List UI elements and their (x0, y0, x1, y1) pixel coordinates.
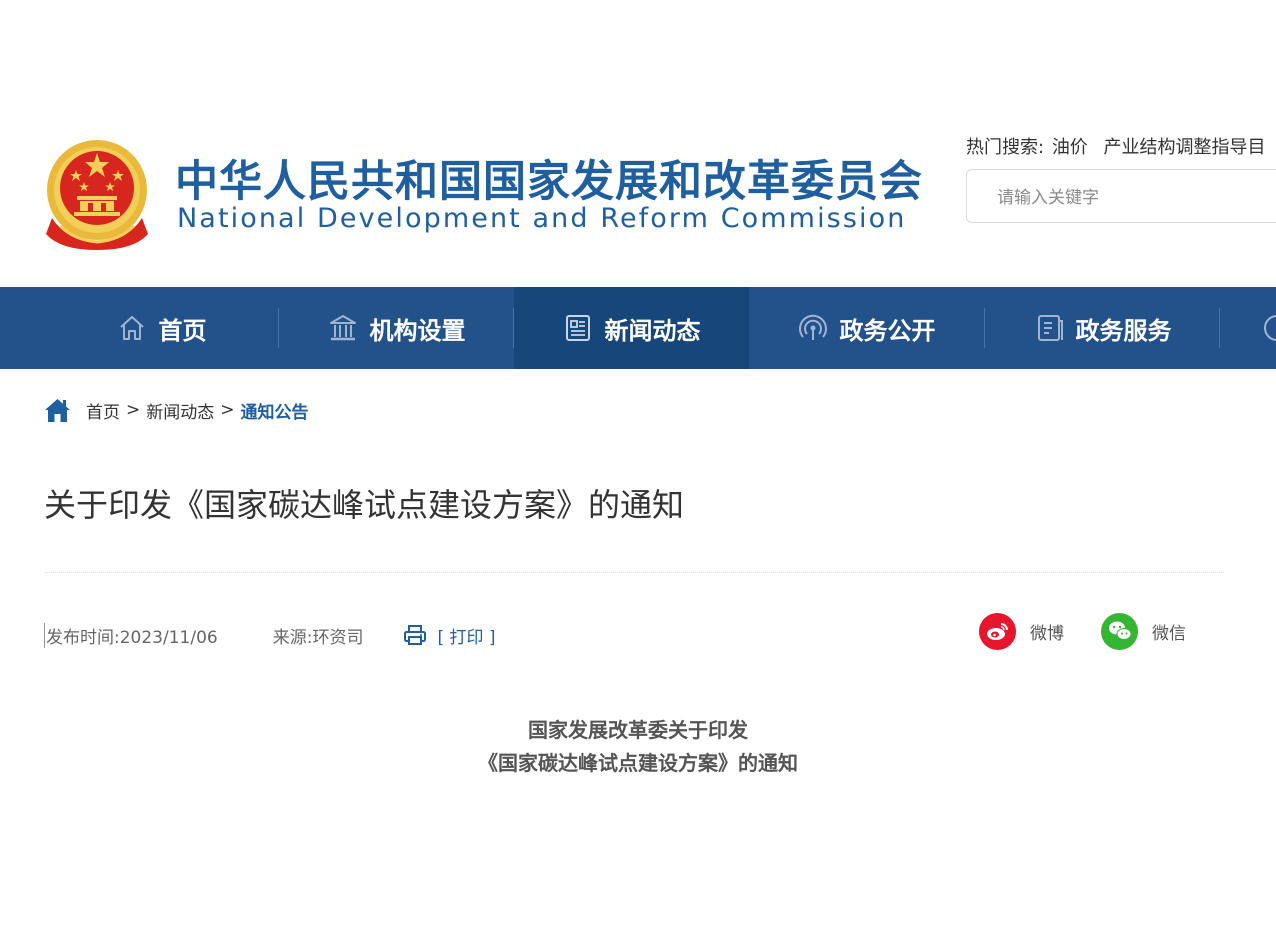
broadcast-icon (798, 314, 827, 340)
publish-date: 2023/11/06 (119, 627, 218, 648)
breadcrumb-home-icon[interactable] (44, 397, 71, 423)
breadcrumb-item[interactable]: 首页 (86, 398, 120, 423)
national-emblem-logo[interactable] (44, 138, 150, 252)
breadcrumb-separator: > (220, 400, 235, 420)
search-input[interactable] (995, 185, 1276, 211)
nav-item-label: 政务公开 (839, 316, 936, 345)
publish-label: 发布时间: (46, 627, 120, 648)
institution-icon (329, 315, 356, 341)
nav-item-institutions[interactable]: 机构设置 (279, 287, 514, 369)
nav-overflow-icon[interactable] (1264, 315, 1276, 341)
weibo-icon (979, 612, 1016, 650)
print-label: [ 打印 ] (437, 627, 496, 648)
org-name-english[interactable]: National Development and Reform Commissi… (177, 201, 906, 237)
hot-search-link[interactable]: 油价 (1052, 137, 1088, 158)
share-weibo-label: 微博 (1030, 623, 1064, 644)
breadcrumb: 首页 > 新闻动态 > 通知公告 (44, 396, 309, 424)
source-info: 来源:环资司 (273, 623, 364, 648)
nav-divider (1219, 308, 1220, 348)
document-heading-line: 《国家碳达峰试点建设方案》的通知 (478, 751, 798, 775)
site-header: 中华人民共和国国家发展和改革委员会 National Development a… (0, 0, 1276, 287)
share-wechat-button[interactable]: 微信 (1101, 612, 1186, 650)
article-title: 关于印发《国家碳达峰试点建设方案》的通知 (44, 486, 685, 524)
source-name: 环资司 (312, 627, 364, 648)
nav-item-label: 机构设置 (369, 316, 466, 345)
nav-item-label: 新闻动态 (604, 316, 701, 345)
hot-search-label: 热门搜索: (966, 137, 1045, 158)
nav-item-home[interactable]: 首页 (44, 287, 279, 369)
publish-info: 发布时间:2023/11/06 (44, 622, 218, 648)
share-wechat-label: 微信 (1152, 623, 1186, 644)
nav-item-news[interactable]: 新闻动态 (514, 287, 749, 369)
printer-icon (404, 625, 427, 645)
search-box (966, 169, 1276, 223)
share-weibo-button[interactable]: 微博 (979, 612, 1064, 650)
home-icon (119, 316, 144, 340)
breadcrumb-current[interactable]: 通知公告 (241, 398, 309, 423)
nav-item-label: 政务服务 (1075, 316, 1172, 345)
nav-item-government-services[interactable]: 政务服务 (985, 287, 1220, 369)
nav-item-label: 首页 (158, 316, 207, 345)
document-heading: 国家发展改革委关于印发 《国家碳达峰试点建设方案》的通知 (0, 714, 1276, 780)
document-heading-line: 国家发展改革委关于印发 (528, 718, 748, 742)
title-divider (44, 572, 1224, 573)
hot-search: 热门搜索: 油价 产业结构调整指导目 (966, 133, 1276, 159)
document-icon (1037, 315, 1063, 341)
wechat-icon (1101, 612, 1138, 650)
main-nav: 首页 机构设置 新闻动态 政务公开 政务服务 (0, 287, 1276, 369)
article-meta: 发布时间:2023/11/06 来源:环资司 [ 打印 ] (44, 620, 496, 650)
nav-item-government-affairs[interactable]: 政务公开 (749, 287, 984, 369)
breadcrumb-item[interactable]: 新闻动态 (146, 398, 214, 423)
news-icon (565, 315, 590, 341)
source-label: 来源: (272, 627, 313, 648)
print-button[interactable]: [ 打印 ] (403, 623, 496, 648)
breadcrumb-separator: > (126, 400, 141, 420)
hot-search-link[interactable]: 产业结构调整指导目 (1104, 137, 1266, 158)
